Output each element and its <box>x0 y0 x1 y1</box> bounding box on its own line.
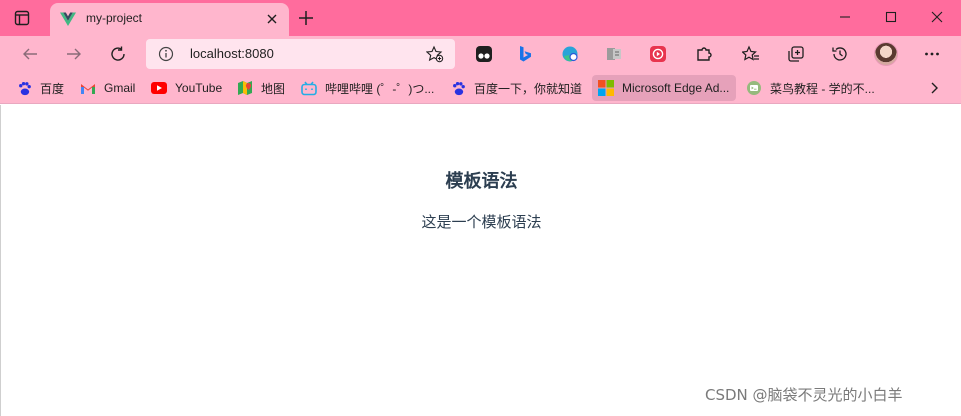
tab-strip: my-project <box>0 0 961 36</box>
video-extension-icon[interactable] <box>648 44 668 64</box>
maximize-icon[interactable] <box>868 6 914 28</box>
bookmark-label: 地图 <box>261 81 286 96</box>
tab-title: my-project <box>86 11 143 25</box>
favorites-icon[interactable] <box>741 44 761 64</box>
tab-actions-menu-icon[interactable] <box>12 9 32 27</box>
collections-icon[interactable] <box>786 44 806 64</box>
url-text: localhost:8080 <box>190 46 274 61</box>
page-text: 这是一个模板语法 <box>421 213 542 231</box>
microsoft-logo-icon <box>598 80 614 96</box>
maps-icon <box>237 80 253 96</box>
back-icon[interactable] <box>19 43 41 65</box>
reader-extension-icon[interactable] <box>604 44 624 64</box>
bookmark-baidu[interactable]: 百度 <box>16 75 64 101</box>
bookmark-microsoft-edge-addons[interactable]: Microsoft Edge Ad... <box>592 75 736 101</box>
refresh-icon[interactable] <box>107 43 129 65</box>
add-favorite-icon[interactable] <box>426 45 444 63</box>
bilibili-icon <box>301 80 317 96</box>
chevron-right-icon[interactable] <box>926 80 942 96</box>
extensions-puzzle-icon[interactable] <box>694 44 714 64</box>
bookmark-youtube[interactable]: YouTube <box>151 75 222 101</box>
new-tab-icon[interactable] <box>297 9 315 27</box>
more-options-icon[interactable] <box>922 44 942 64</box>
bookmark-label: 百度 <box>40 81 65 96</box>
bookmark-bilibili[interactable]: 哔哩哔哩 (゜-゜)つ... <box>301 75 434 101</box>
navigation-toolbar: localhost:8080 <box>0 36 961 72</box>
history-icon[interactable] <box>830 44 850 64</box>
address-bar[interactable]: localhost:8080 <box>146 39 455 69</box>
baidu-paw-icon <box>450 80 466 96</box>
bookmark-label: Gmail <box>104 81 136 95</box>
bookmark-label: YouTube <box>175 81 223 95</box>
close-window-icon[interactable] <box>914 6 960 28</box>
bing-icon[interactable] <box>515 44 535 64</box>
gmail-icon <box>80 80 96 96</box>
forward-icon[interactable] <box>63 43 85 65</box>
csdn-watermark: CSDN @脑袋不灵光的小白羊 <box>705 386 903 404</box>
bookmark-label: Microsoft Edge Ad... <box>622 81 730 95</box>
bookmarks-bar: 百度 Gmail YouTube 地图 哔哩哔哩 (゜-゜)つ... 百度一下，… <box>0 72 961 104</box>
bookmark-maps[interactable]: 地图 <box>237 75 285 101</box>
bookmark-label: 菜鸟教程 - 学的不... <box>770 81 875 96</box>
active-tab[interactable]: my-project <box>50 3 289 36</box>
youtube-icon <box>151 80 167 96</box>
profile-avatar[interactable] <box>874 42 898 66</box>
page-viewport: 模板语法 这是一个模板语法 CSDN @脑袋不灵光的小白羊 <box>0 105 961 416</box>
bookmark-baidu-search[interactable]: 百度一下，你就知道 <box>450 75 582 101</box>
bookmark-label: 百度一下，你就知道 <box>474 81 583 96</box>
tab-close-icon[interactable] <box>265 12 279 26</box>
vue-logo-icon <box>60 12 76 26</box>
bookmark-gmail[interactable]: Gmail <box>80 75 135 101</box>
runoob-icon <box>746 80 762 96</box>
edge-copilot-icon[interactable] <box>560 44 580 64</box>
minimize-icon[interactable] <box>822 6 868 28</box>
page-heading: 模板语法 <box>445 171 518 192</box>
baidu-paw-icon <box>16 80 32 96</box>
bookmark-label: 哔哩哔哩 (゜-゜)つ... <box>325 81 435 96</box>
site-info-icon[interactable] <box>158 46 174 62</box>
tampermonkey-extension-icon[interactable] <box>474 44 494 64</box>
bookmark-runoob[interactable]: 菜鸟教程 - 学的不... <box>746 75 875 101</box>
